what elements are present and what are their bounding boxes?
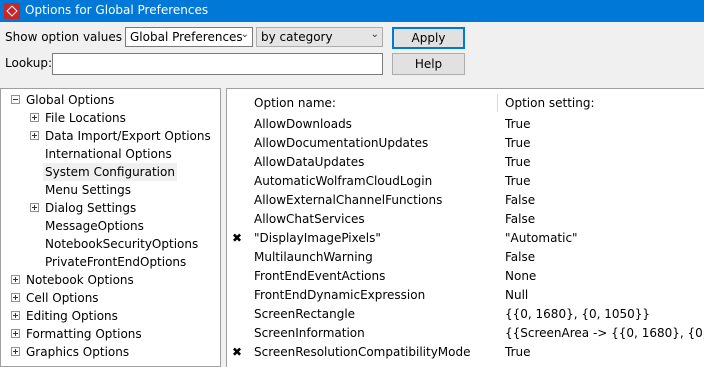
option-setting[interactable]: None xyxy=(505,267,536,286)
option-row[interactable]: FrontEndDynamicExpression Null xyxy=(227,286,704,305)
option-setting[interactable]: False xyxy=(505,210,535,229)
tree-item[interactable]: Notebook Options xyxy=(1,271,220,289)
lookup-input[interactable] xyxy=(52,53,383,75)
option-setting[interactable]: {{0, 1680}, {0, 1050}} xyxy=(505,305,650,324)
tree-item-label: International Options xyxy=(45,147,172,161)
tree-item[interactable]: Menu Settings xyxy=(1,181,220,199)
tree-item-label: Graphics Options xyxy=(26,345,130,359)
option-name: AllowDocumentationUpdates xyxy=(254,136,429,150)
expand-icon[interactable] xyxy=(11,311,20,320)
chevron-down-icon: ⌄ xyxy=(240,29,249,40)
option-setting[interactable]: {{ScreenArea -> {{0, 1680}, {0, 1050}}, … xyxy=(505,324,704,343)
tree-item-label: MessageOptions xyxy=(45,219,144,233)
column-divider[interactable] xyxy=(497,94,498,112)
tree-item[interactable]: NotebookSecurityOptions xyxy=(1,235,220,253)
option-name: FrontEndDynamicExpression xyxy=(254,288,426,302)
option-name: AllowDataUpdates xyxy=(254,155,365,169)
expand-icon[interactable] xyxy=(11,347,20,356)
option-row[interactable]: AllowDownloads True xyxy=(227,115,704,134)
option-row[interactable]: AllowChatServices False xyxy=(227,210,704,229)
reset-x-icon[interactable]: ✖ xyxy=(232,343,242,362)
tree-item-label: PrivateFrontEndOptions xyxy=(45,255,187,269)
mathematica-icon xyxy=(4,3,20,19)
option-setting[interactable]: True xyxy=(505,134,531,153)
tree-item[interactable]: Data Import/Export Options xyxy=(1,127,220,145)
tree-item[interactable]: Graphics Options xyxy=(1,343,220,361)
option-row[interactable]: ScreenInformation {{ScreenArea -> {{0, 16… xyxy=(227,324,704,343)
option-setting[interactable]: True xyxy=(505,172,531,191)
option-row[interactable]: ✖ "DisplayImagePixels" "Automatic" xyxy=(227,229,704,248)
option-setting[interactable]: False xyxy=(505,191,535,210)
tree-item-label: Data Import/Export Options xyxy=(45,129,211,143)
option-setting[interactable]: "Automatic" xyxy=(505,229,578,248)
grouping-dropdown[interactable]: by category ⌄ xyxy=(256,27,383,47)
option-name: "DisplayImagePixels" xyxy=(254,231,381,245)
tree-item[interactable]: Formatting Options xyxy=(1,325,220,343)
option-setting-header: Option setting: xyxy=(505,96,595,110)
help-button[interactable]: Help xyxy=(392,53,465,75)
option-name: ScreenRectangle xyxy=(254,307,356,321)
collapse-icon[interactable] xyxy=(11,95,20,104)
title-bar: Options for Global Preferences xyxy=(0,0,704,22)
show-option-values-label: Show option values xyxy=(5,30,122,44)
scope-dropdown[interactable]: Global Preferences ⌄ xyxy=(125,27,253,47)
tree-item[interactable]: PrivateFrontEndOptions xyxy=(1,253,220,271)
option-name: AllowExternalChannelFunctions xyxy=(254,193,443,207)
option-name: AllowChatServices xyxy=(254,212,365,226)
tree-item-label: Editing Options xyxy=(26,309,118,323)
option-name: ScreenInformation xyxy=(254,326,365,340)
tree-item-label: Formatting Options xyxy=(26,327,142,341)
option-row[interactable]: AllowDocumentationUpdates True xyxy=(227,134,704,153)
option-row[interactable]: AllowExternalChannelFunctions False xyxy=(227,191,704,210)
option-row[interactable]: MultilaunchWarning False xyxy=(227,248,704,267)
tree-item[interactable]: International Options xyxy=(1,145,220,163)
option-name: FrontEndEventActions xyxy=(254,269,386,283)
reset-x-icon[interactable]: ✖ xyxy=(232,229,242,248)
option-row[interactable]: FrontEndEventActions None xyxy=(227,267,704,286)
tree-item[interactable]: Global Options xyxy=(1,91,220,109)
expand-icon[interactable] xyxy=(30,203,39,212)
expand-icon[interactable] xyxy=(30,131,39,140)
option-name: AutomaticWolframCloudLogin xyxy=(254,174,433,188)
tree-item[interactable]: Editing Options xyxy=(1,307,220,325)
option-row[interactable]: ✖ ScreenResolutionCompatibilityMode True xyxy=(227,343,704,362)
option-row[interactable]: AutomaticWolframCloudLogin True xyxy=(227,172,704,191)
options-table: Option name: Option setting: AllowDownlo… xyxy=(226,88,704,367)
scope-value: Global Preferences xyxy=(130,30,243,44)
option-row[interactable]: AllowDataUpdates True xyxy=(227,153,704,172)
tree-item-label: Global Options xyxy=(26,93,115,107)
tree-item-label: Notebook Options xyxy=(26,273,134,287)
option-setting[interactable]: True xyxy=(505,153,531,172)
grouping-value: by category xyxy=(261,30,333,44)
option-row[interactable]: ScreenRectangle {{0, 1680}, {0, 1050}} xyxy=(227,305,704,324)
option-setting[interactable]: Null xyxy=(505,286,528,305)
expand-icon[interactable] xyxy=(11,275,20,284)
tree-item[interactable]: MessageOptions xyxy=(1,217,220,235)
option-name-header: Option name: xyxy=(254,96,336,110)
tree-item[interactable]: Cell Options xyxy=(1,289,220,307)
tree-item-label: File Locations xyxy=(45,111,126,125)
option-setting[interactable]: False xyxy=(505,248,535,267)
tree-item-label: NotebookSecurityOptions xyxy=(45,237,199,251)
apply-button[interactable]: Apply xyxy=(392,27,465,49)
option-setting[interactable]: True xyxy=(505,115,531,134)
chevron-down-icon: ⌄ xyxy=(370,29,379,40)
option-name: ScreenResolutionCompatibilityMode xyxy=(254,345,471,359)
tree-item[interactable]: Dialog Settings xyxy=(1,199,220,217)
tree-item-label: Cell Options xyxy=(26,291,99,305)
expand-icon[interactable] xyxy=(11,293,20,302)
category-tree[interactable]: Global Options File Locations Data Import/… xyxy=(0,88,221,367)
lookup-label: Lookup: xyxy=(5,56,53,70)
expand-icon[interactable] xyxy=(30,113,39,122)
option-name: MultilaunchWarning xyxy=(254,250,373,264)
tree-item[interactable]: System Configuration xyxy=(1,163,220,181)
tree-item-label: System Configuration xyxy=(43,163,177,181)
tree-item[interactable]: File Locations xyxy=(1,109,220,127)
tree-item-label: Menu Settings xyxy=(45,183,131,197)
expand-icon[interactable] xyxy=(11,329,20,338)
tree-item-label: Dialog Settings xyxy=(45,201,137,215)
window-title: Options for Global Preferences xyxy=(25,3,209,17)
option-setting[interactable]: True xyxy=(505,343,531,362)
option-name: AllowDownloads xyxy=(254,117,352,131)
